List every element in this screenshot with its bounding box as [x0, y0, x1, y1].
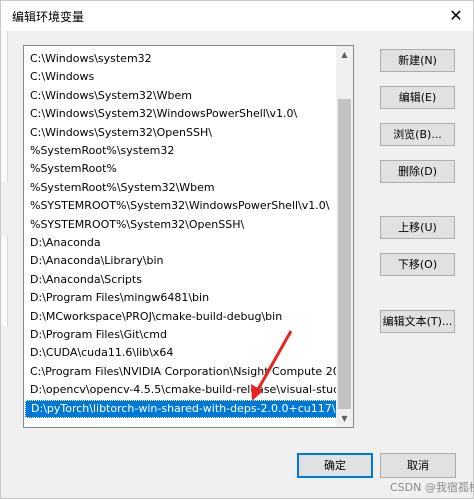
red-arrow-icon — [251, 330, 293, 401]
edit-env-var-dialog: 编辑环境变量 ✕ D:\pyTorch\libtorch-win-shared-… — [0, 0, 474, 499]
annotation-arrow-overlay — [251, 330, 293, 401]
